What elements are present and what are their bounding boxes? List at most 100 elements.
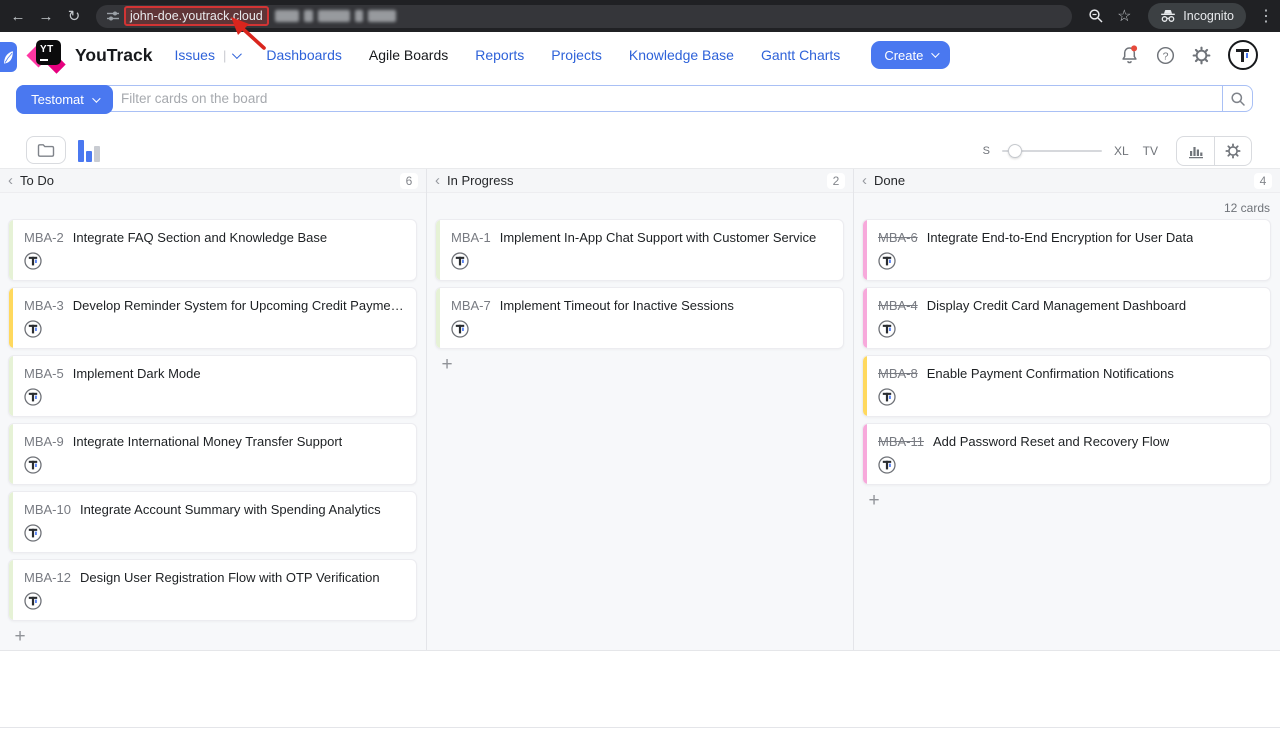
incognito-icon xyxy=(1160,9,1176,23)
youtrack-logo[interactable]: YT xyxy=(30,38,66,72)
card-id[interactable]: MBA-5 xyxy=(24,366,64,381)
board-settings-button[interactable] xyxy=(1214,137,1251,165)
card-title[interactable]: Develop Reminder System for Upcoming Cre… xyxy=(73,298,406,313)
assignee-avatar[interactable] xyxy=(451,320,469,338)
assignee-avatar[interactable] xyxy=(24,252,42,270)
browser-back-icon[interactable]: ← xyxy=(4,8,32,25)
notifications-bell-icon[interactable] xyxy=(1120,45,1139,65)
board-filter-bar: Testomat xyxy=(16,85,1253,112)
assignee-avatar[interactable] xyxy=(24,524,42,542)
chart-view-toggle[interactable] xyxy=(78,138,100,162)
card-title[interactable]: Display Credit Card Management Dashboard xyxy=(927,298,1186,313)
card-title[interactable]: Implement In-App Chat Support with Custo… xyxy=(500,230,816,245)
card-title[interactable]: Implement Dark Mode xyxy=(73,366,201,381)
card-id[interactable]: MBA-11 xyxy=(878,434,924,449)
card[interactable]: MBA-2 Integrate FAQ Section and Knowledg… xyxy=(8,219,417,281)
browser-reload-icon[interactable]: ↻ xyxy=(60,7,88,25)
filter-cards-input[interactable] xyxy=(121,86,1222,111)
card-id[interactable]: MBA-9 xyxy=(24,434,64,449)
card-id[interactable]: MBA-6 xyxy=(878,230,918,245)
card-id[interactable]: MBA-8 xyxy=(878,366,918,381)
card-priority-stripe xyxy=(436,220,440,280)
add-card-button[interactable]: + xyxy=(438,356,456,374)
chevron-down-icon[interactable] xyxy=(232,49,242,59)
browser-forward-icon[interactable]: → xyxy=(32,8,60,25)
card-title[interactable]: Enable Payment Confirmation Notification… xyxy=(927,366,1174,381)
assignee-avatar[interactable] xyxy=(878,456,896,474)
card-size-slider[interactable] xyxy=(1002,137,1102,165)
card[interactable]: MBA-7 Implement Timeout for Inactive Ses… xyxy=(435,287,844,349)
card[interactable]: MBA-10 Integrate Account Summary with Sp… xyxy=(8,491,417,553)
burndown-chart-button[interactable] xyxy=(1177,137,1214,165)
assignee-avatar[interactable] xyxy=(878,252,896,270)
assignee-avatar[interactable] xyxy=(24,320,42,338)
url-bar[interactable]: john-doe.youtrack.cloud xyxy=(96,5,1072,28)
card-id[interactable]: MBA-10 xyxy=(24,502,71,517)
assignee-avatar[interactable] xyxy=(24,592,42,610)
site-settings-icon[interactable] xyxy=(106,9,120,23)
card[interactable]: MBA-3 Develop Reminder System for Upcomi… xyxy=(8,287,417,349)
card-id[interactable]: MBA-2 xyxy=(24,230,64,245)
card-title[interactable]: Integrate International Money Transfer S… xyxy=(73,434,343,449)
assignee-avatar[interactable] xyxy=(878,320,896,338)
column-header: ‹ Done 4 xyxy=(854,169,1280,193)
tv-mode-button[interactable]: TV xyxy=(1143,144,1158,158)
card-title[interactable]: Add Password Reset and Recovery Flow xyxy=(933,434,1169,449)
card-title[interactable]: Design User Registration Flow with OTP V… xyxy=(80,570,380,585)
card-priority-stripe xyxy=(863,220,867,280)
card[interactable]: MBA-5 Implement Dark Mode xyxy=(8,355,417,417)
nav-projects[interactable]: Projects xyxy=(551,47,602,63)
collapse-column-icon[interactable]: ‹ xyxy=(862,173,867,188)
card[interactable]: MBA-12 Design User Registration Flow wit… xyxy=(8,559,417,621)
card[interactable]: MBA-8 Enable Payment Confirmation Notifi… xyxy=(862,355,1271,417)
card-title[interactable]: Integrate Account Summary with Spending … xyxy=(80,502,381,517)
nav-dashboards[interactable]: Dashboards xyxy=(266,47,342,63)
nav-gantt-charts[interactable]: Gantt Charts xyxy=(761,47,840,63)
nav-knowledge-base[interactable]: Knowledge Base xyxy=(629,47,734,63)
url-text[interactable]: john-doe.youtrack.cloud xyxy=(130,9,263,23)
backlog-folder-button[interactable] xyxy=(26,136,66,164)
nav-issues[interactable]: Issues | xyxy=(175,47,240,63)
column-to-do: ‹ To Do 6 MBA-2 Integrate FAQ Section an… xyxy=(0,169,427,650)
card-id[interactable]: MBA-4 xyxy=(878,298,918,313)
assignee-avatar[interactable] xyxy=(24,388,42,406)
collapse-column-icon[interactable]: ‹ xyxy=(8,173,13,188)
assignee-avatar[interactable] xyxy=(878,388,896,406)
search-button[interactable] xyxy=(1222,86,1252,111)
user-avatar[interactable] xyxy=(1228,40,1258,70)
card-priority-stripe xyxy=(863,356,867,416)
add-card-button[interactable]: + xyxy=(865,492,883,510)
chevron-down-icon xyxy=(932,49,940,57)
card-priority-stripe xyxy=(9,288,13,348)
collapse-column-icon[interactable]: ‹ xyxy=(435,173,440,188)
card-priority-stripe xyxy=(9,560,13,620)
zoom-page-icon[interactable] xyxy=(1082,8,1110,24)
help-icon[interactable]: ? xyxy=(1156,46,1175,65)
card-title[interactable]: Integrate FAQ Section and Knowledge Base xyxy=(73,230,327,245)
settings-gear-icon[interactable] xyxy=(1192,46,1211,65)
card[interactable]: MBA-4 Display Credit Card Management Das… xyxy=(862,287,1271,349)
column-count-badge: 2 xyxy=(827,173,845,189)
folder-icon xyxy=(37,143,55,158)
nav-agile-boards[interactable]: Agile Boards xyxy=(369,47,448,63)
card-id[interactable]: MBA-1 xyxy=(451,230,491,245)
card[interactable]: MBA-6 Integrate End-to-End Encryption fo… xyxy=(862,219,1271,281)
browser-menu-icon[interactable]: ⋮ xyxy=(1252,6,1280,26)
feedback-tab[interactable] xyxy=(0,42,17,72)
slider-knob[interactable] xyxy=(1008,144,1022,158)
card[interactable]: MBA-9 Integrate International Money Tran… xyxy=(8,423,417,485)
card[interactable]: MBA-1 Implement In-App Chat Support with… xyxy=(435,219,844,281)
nav-reports[interactable]: Reports xyxy=(475,47,524,63)
card[interactable]: MBA-11 Add Password Reset and Recovery F… xyxy=(862,423,1271,485)
card-id[interactable]: MBA-7 xyxy=(451,298,491,313)
assignee-avatar[interactable] xyxy=(24,456,42,474)
card-title[interactable]: Implement Timeout for Inactive Sessions xyxy=(500,298,734,313)
create-button[interactable]: Create xyxy=(871,41,950,69)
add-card-button[interactable]: + xyxy=(11,628,29,646)
board-selector-button[interactable]: Testomat xyxy=(16,85,113,114)
bookmark-star-icon[interactable]: ☆ xyxy=(1110,6,1138,26)
card-title[interactable]: Integrate End-to-End Encryption for User… xyxy=(927,230,1194,245)
card-id[interactable]: MBA-3 xyxy=(24,298,64,313)
card-id[interactable]: MBA-12 xyxy=(24,570,71,585)
assignee-avatar[interactable] xyxy=(451,252,469,270)
